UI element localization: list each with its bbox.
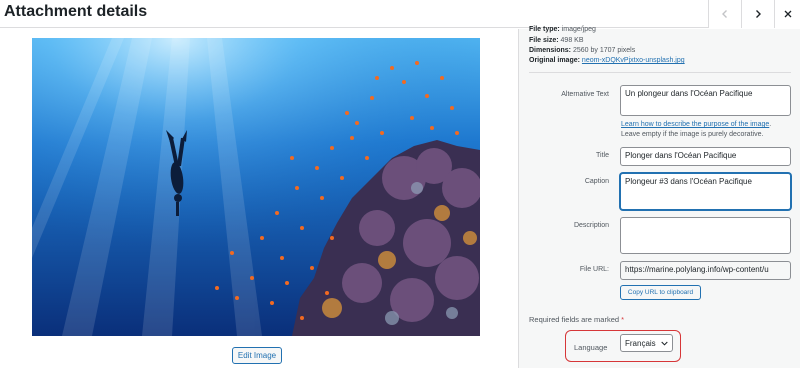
alt-text-label: Alternative Text	[561, 91, 609, 98]
language-selected: Français	[625, 338, 656, 348]
caption-label: Caption	[584, 178, 609, 185]
required-fields-note: Required fields are marked *	[529, 315, 624, 324]
title-field[interactable]: Plonger dans l'Océan Pacifique	[620, 147, 791, 166]
file-type-row: File type: image/jpeg	[529, 26, 596, 33]
alt-text-help: Learn how to describe the purpose of the…	[621, 121, 771, 128]
chevron-right-icon	[756, 10, 761, 18]
close-button[interactable]	[774, 0, 800, 28]
file-size-row: File size: 498 KB	[529, 37, 584, 44]
title-label: Title	[596, 152, 609, 159]
original-image-label: Original image:	[529, 57, 580, 64]
caption-field[interactable]: Plongeur #3 dans l'Océan Pacifique	[620, 173, 791, 210]
language-select[interactable]: Français	[620, 334, 673, 352]
required-star: *	[621, 315, 625, 324]
attachment-details-sidebar: File type: image/jpeg File size: 498 KB …	[518, 26, 800, 368]
description-field[interactable]	[620, 217, 791, 254]
dimensions-label: Dimensions:	[529, 47, 572, 54]
attachment-preview-pane: Edit Image	[0, 29, 518, 368]
alt-text-help-period: .	[769, 121, 772, 128]
chevron-down-icon	[661, 341, 668, 346]
dimensions-value: 2560 by 1707 pixels	[572, 47, 636, 54]
previous-attachment-button[interactable]	[708, 0, 741, 28]
close-icon	[784, 10, 791, 18]
next-attachment-button[interactable]	[741, 0, 774, 28]
alt-text-help-note: Leave empty if the image is purely decor…	[621, 131, 764, 138]
modal-title: Attachment details	[4, 3, 148, 20]
file-size-value: 498 KB	[560, 37, 584, 44]
file-type-label: File type:	[529, 26, 560, 33]
dimensions-row: Dimensions: 2560 by 1707 pixels	[529, 47, 635, 54]
alt-text-field[interactable]: Un plongeur dans l'Océan Pacifique	[620, 85, 791, 116]
modal-header: Attachment details	[0, 0, 800, 28]
attachment-image	[32, 38, 480, 336]
file-size-label: File size:	[529, 37, 559, 44]
original-image-row: Original image: neom-xDQKvPjxtxo-unsplas…	[529, 57, 685, 64]
original-image-link[interactable]: neom-xDQKvPjxtxo-unsplash.jpg	[582, 57, 685, 64]
edit-image-button[interactable]: Edit Image	[232, 347, 282, 364]
file-url-field[interactable]: https://marine.polylang.info/wp-content/…	[620, 261, 791, 280]
chevron-left-icon	[722, 10, 727, 18]
file-type-value: image/jpeg	[561, 26, 596, 33]
alt-text-help-link[interactable]: Learn how to describe the purpose of the…	[621, 121, 769, 128]
copy-url-button[interactable]: Copy URL to clipboard	[620, 285, 701, 300]
divider	[529, 72, 791, 73]
description-label: Description	[573, 222, 609, 229]
language-label: Language	[574, 343, 608, 352]
file-url-label: File URL:	[579, 266, 609, 273]
required-note-text: Required fields are marked	[529, 315, 620, 324]
